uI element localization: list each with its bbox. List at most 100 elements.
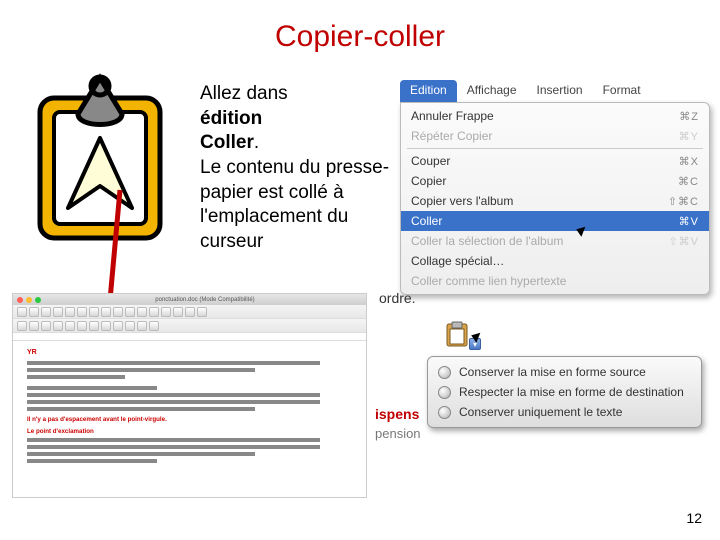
doc-body: YR Il n'y a pas d'espacement avant le po…: [13, 341, 366, 498]
text-line: [27, 459, 157, 463]
radio-icon: [438, 406, 451, 419]
line1: Allez dans: [200, 83, 288, 104]
text-line: [27, 438, 320, 442]
menu-separator: [407, 148, 703, 149]
doc-brand: YR: [27, 349, 352, 356]
toolbar-icon: [137, 307, 147, 317]
toolbar-icon: [65, 307, 75, 317]
menu-item-redo: Répéter Copier ⌘Y: [401, 126, 709, 146]
toolbar-icon: [101, 307, 111, 317]
menu-item-copy-album[interactable]: Copier vers l'album ⇧⌘C: [401, 191, 709, 211]
menu-item-undo[interactable]: Annuler Frappe ⌘Z: [401, 106, 709, 126]
edition-dropdown: Annuler Frappe ⌘Z Répéter Copier ⌘Y Coup…: [400, 102, 710, 295]
doc-ruler: [13, 333, 366, 341]
option-label: Conserver uniquement le texte: [459, 405, 622, 419]
toolbar-icon: [65, 321, 75, 331]
toolbar-icon: [137, 321, 147, 331]
text-fragment-ordre: ordre.: [375, 290, 715, 306]
line3-dot: .: [254, 132, 259, 153]
option-label: Conserver la mise en forme source: [459, 365, 646, 379]
toolbar-icon: [173, 307, 183, 317]
menu-item-cut[interactable]: Couper ⌘X: [401, 151, 709, 171]
toolbar-icon: [89, 307, 99, 317]
option-label: Respecter la mise en forme de destinatio…: [459, 385, 684, 399]
menu-item-paste-link: Coller comme lien hypertexte: [401, 271, 709, 291]
line3-bold: Coller: [200, 132, 254, 153]
doc-toolbar: [13, 305, 366, 319]
line2-bold: édition: [200, 108, 262, 129]
menubar-insertion[interactable]: Insertion: [527, 80, 593, 102]
text-line: [27, 393, 320, 397]
toolbar-icon: [53, 321, 63, 331]
toolbar-icon: [41, 321, 51, 331]
radio-icon: [438, 386, 451, 399]
menu-label: Coller: [411, 214, 442, 228]
word-document-screenshot: ponctuation.doc (Mode Compatibilité) YR …: [12, 293, 367, 498]
traffic-light-zoom-icon: [35, 297, 41, 303]
toolbar-icon: [41, 307, 51, 317]
toolbar-icon: [161, 307, 171, 317]
page-number: 12: [686, 510, 702, 526]
menu-item-paste-album: Coller la sélection de l'album ⇧⌘V: [401, 231, 709, 251]
paste-option-text-only[interactable]: Conserver uniquement le texte: [428, 402, 701, 422]
toolbar-icon: [89, 321, 99, 331]
menu-shortcut: ⌘Y: [679, 130, 699, 143]
menubar-format[interactable]: Format: [593, 80, 651, 102]
radio-icon: [438, 366, 451, 379]
menubar: Edition Affichage Insertion Format: [400, 80, 710, 102]
toolbar-icon: [77, 321, 87, 331]
menu-shortcut: ⌘X: [679, 155, 699, 168]
doc-titlebar: ponctuation.doc (Mode Compatibilité): [13, 294, 366, 305]
menu-label: Coller la sélection de l'album: [411, 234, 563, 248]
menu-label: Couper: [411, 154, 450, 168]
text-line: [27, 407, 255, 411]
menu-label: Annuler Frappe: [411, 109, 494, 123]
menubar-edition[interactable]: Edition: [400, 80, 457, 102]
paste-options-screenshot: ordre. ▾ Conserver la mise en forme sour…: [375, 290, 715, 480]
toolbar-icon: [125, 307, 135, 317]
toolbar-icon: [125, 321, 135, 331]
text-line: [27, 368, 255, 372]
toolbar-icon: [29, 307, 39, 317]
paste-options-popup: Conserver la mise en forme source Respec…: [427, 356, 702, 428]
menu-item-copy[interactable]: Copier ⌘C: [401, 171, 709, 191]
toolbar-icon: [149, 321, 159, 331]
toolbar-icon: [17, 307, 27, 317]
toolbar-icon: [17, 321, 27, 331]
edition-menu-screenshot: Edition Affichage Insertion Format Annul…: [400, 80, 710, 295]
doc-title-text: ponctuation.doc (Mode Compatibilité): [155, 297, 254, 303]
menu-label: Collage spécial…: [411, 254, 504, 268]
menu-item-paste-special[interactable]: Collage spécial…: [401, 251, 709, 271]
menu-item-paste[interactable]: Coller ⌘V: [401, 211, 709, 231]
doc-red-text-1: Il n'y a pas d'espacement avant le point…: [27, 416, 352, 423]
text-fragment-red: ispens: [375, 406, 419, 422]
slide-title: Copier-coller: [0, 20, 720, 54]
menu-label: Copier: [411, 174, 446, 188]
text-line: [27, 386, 157, 390]
line4: Le contenu du presse-papier est collé à …: [200, 157, 389, 252]
text-line: [27, 361, 320, 365]
menu-label: Coller comme lien hypertexte: [411, 274, 566, 288]
menu-shortcut: ⇧⌘C: [668, 195, 699, 208]
instruction-text: Allez dans édition Coller. Le contenu du…: [200, 82, 400, 255]
toolbar-icon: [113, 321, 123, 331]
toolbar-icon: [101, 321, 111, 331]
paste-option-match-dest[interactable]: Respecter la mise en forme de destinatio…: [428, 382, 701, 402]
text-line: [27, 375, 125, 379]
doc-toolbar-2: [13, 319, 366, 333]
paste-option-keep-source[interactable]: Conserver la mise en forme source: [428, 362, 701, 382]
menubar-affichage[interactable]: Affichage: [457, 80, 527, 102]
paste-smarttag-icon[interactable]: [443, 320, 471, 348]
text-line: [27, 452, 255, 456]
menu-shortcut: ⌘Z: [679, 110, 699, 123]
menu-label: Répéter Copier: [411, 129, 492, 143]
toolbar-icon: [197, 307, 207, 317]
toolbar-icon: [29, 321, 39, 331]
menu-shortcut: ⌘V: [679, 215, 699, 228]
menu-label: Copier vers l'album: [411, 194, 513, 208]
traffic-light-close-icon: [17, 297, 23, 303]
menu-shortcut: ⇧⌘V: [668, 235, 699, 248]
toolbar-icon: [53, 307, 63, 317]
text-fragment-grey: pension: [375, 426, 421, 441]
traffic-light-min-icon: [26, 297, 32, 303]
